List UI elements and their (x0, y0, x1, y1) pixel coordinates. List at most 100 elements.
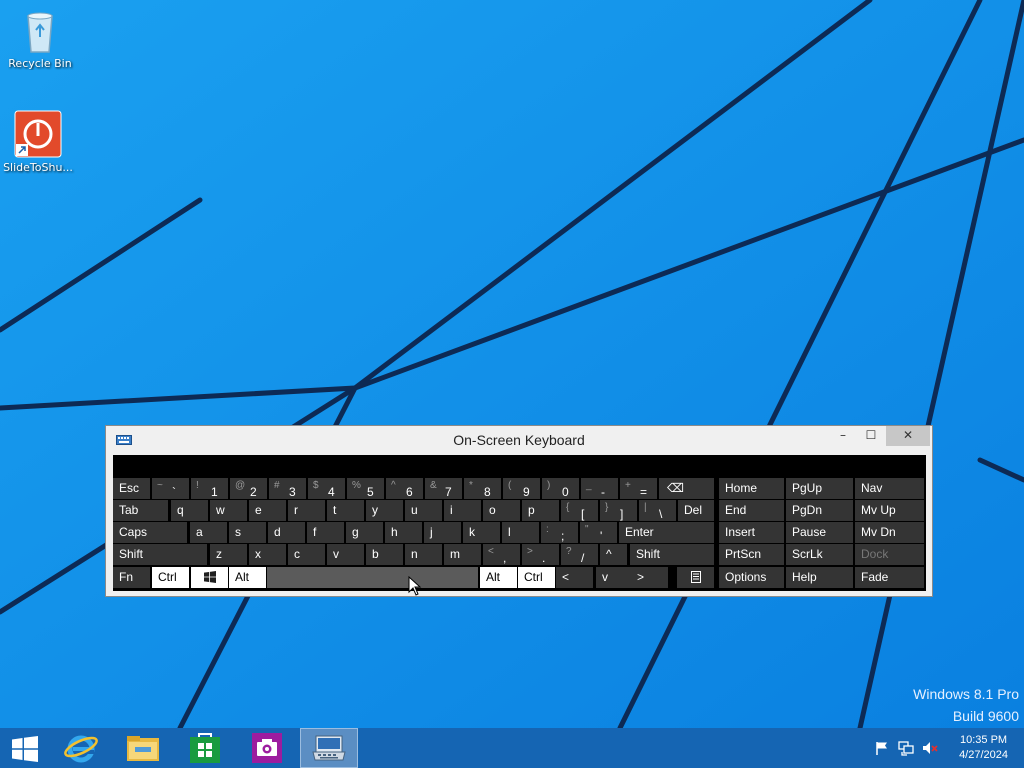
key-e[interactable]: e (249, 500, 286, 521)
key-quote[interactable]: " ' (580, 522, 617, 543)
network-icon[interactable] (898, 740, 914, 756)
osk-titlebar[interactable]: On-Screen Keyboard – ☐ ✕ (106, 426, 932, 454)
system-clock[interactable]: 10:35 PM 4/27/2024 (959, 733, 1008, 763)
slide-to-shutdown-desktop-icon[interactable]: SlideToShu... (0, 110, 76, 174)
key-i[interactable]: i (444, 500, 481, 521)
key-h[interactable]: h (385, 522, 422, 543)
key-dock[interactable]: Dock (855, 544, 924, 565)
key-shift-symbol: < (488, 546, 494, 557)
key-backslash[interactable]: | \ (639, 500, 676, 521)
key-scrlk[interactable]: ScrLk (786, 544, 853, 565)
taskbar-camera[interactable] (238, 728, 296, 768)
key-minus[interactable]: _ - (581, 478, 618, 499)
key-fn[interactable]: Fn (113, 567, 150, 588)
taskbar-internet-explorer[interactable] (52, 728, 110, 768)
taskbar-start[interactable] (0, 728, 50, 768)
key-y[interactable]: y (366, 500, 403, 521)
key-x[interactable]: x (249, 544, 286, 565)
key-right[interactable]: > (631, 567, 668, 588)
key-7[interactable]: & 7 (425, 478, 462, 499)
key-d[interactable]: d (268, 522, 305, 543)
key-9[interactable]: (9 (503, 478, 540, 499)
key-insert[interactable]: Insert (719, 522, 784, 543)
recycle-bin-desktop-icon[interactable]: Recycle Bin (2, 6, 78, 70)
key-fade[interactable]: Fade (855, 567, 924, 588)
key-semicolon[interactable]: :; (541, 522, 578, 543)
key-shift-left[interactable]: Shift (113, 544, 207, 565)
close-button[interactable]: ✕ (886, 426, 930, 446)
key-end[interactable]: End (719, 500, 784, 521)
key-r[interactable]: r (288, 500, 325, 521)
key-l[interactable]: l (502, 522, 539, 543)
key-u[interactable]: u (405, 500, 442, 521)
key-s[interactable]: s (229, 522, 266, 543)
key-up[interactable]: ^ (600, 544, 627, 565)
volume-muted-icon[interactable] (922, 740, 938, 756)
key-left[interactable]: < (556, 567, 593, 588)
maximize-button[interactable]: ☐ (858, 426, 884, 446)
key-ctrl-right[interactable]: Ctrl (518, 567, 555, 588)
key-del[interactable]: Del (678, 500, 714, 521)
key-backspace[interactable]: ⌫ (659, 478, 714, 499)
key-o[interactable]: o (483, 500, 520, 521)
key-help[interactable]: Help (786, 567, 853, 588)
key-space[interactable] (267, 567, 478, 588)
key-ctrl-left[interactable]: Ctrl (152, 567, 189, 588)
key-menu[interactable] (677, 567, 714, 588)
key-2[interactable]: @2 (230, 478, 267, 499)
key-tab[interactable]: Tab (113, 500, 168, 521)
key-pause[interactable]: Pause (786, 522, 853, 543)
key-k[interactable]: k (463, 522, 500, 543)
key-alt-left[interactable]: Alt (229, 567, 266, 588)
key-slash[interactable]: ? / (561, 544, 598, 565)
key-down[interactable]: v (596, 567, 633, 588)
key-options[interactable]: Options (719, 567, 784, 588)
taskbar-store[interactable] (176, 728, 234, 768)
key-j[interactable]: j (424, 522, 461, 543)
key-5[interactable]: % 5 (347, 478, 384, 499)
key-comma[interactable]: <, (483, 544, 520, 565)
key-shift-right[interactable]: Shift (630, 544, 714, 565)
key-4[interactable]: $4 (308, 478, 345, 499)
key-mv-dn[interactable]: Mv Dn (855, 522, 924, 543)
key-6[interactable]: ^ 6 (386, 478, 423, 499)
key-z[interactable]: z (210, 544, 247, 565)
key-home[interactable]: Home (719, 478, 784, 499)
windows-start-icon (12, 736, 38, 762)
key-1[interactable]: ! 1 (191, 478, 228, 499)
key-8[interactable]: * 8 (464, 478, 501, 499)
key-pgdn[interactable]: PgDn (786, 500, 853, 521)
key-f[interactable]: f (307, 522, 344, 543)
key-prtscn[interactable]: PrtScn (719, 544, 784, 565)
key-q[interactable]: q (171, 500, 208, 521)
key-b[interactable]: b (366, 544, 403, 565)
key-pgup[interactable]: PgUp (786, 478, 853, 499)
key-lbracket[interactable]: {[ (561, 500, 598, 521)
key-rbracket[interactable]: }] (600, 500, 637, 521)
key-nav[interactable]: Nav (855, 478, 924, 499)
key-w[interactable]: w (210, 500, 247, 521)
key-3[interactable]: #3 (269, 478, 306, 499)
taskbar-file-explorer[interactable] (114, 728, 172, 768)
key-grave[interactable]: ~ ` (152, 478, 189, 499)
key-mv-up[interactable]: Mv Up (855, 500, 924, 521)
key-c[interactable]: c (288, 544, 325, 565)
key-win[interactable] (191, 567, 228, 588)
taskbar-on-screen-keyboard[interactable] (300, 728, 358, 768)
action-center-flag-icon[interactable] (874, 740, 890, 756)
key-m[interactable]: m (444, 544, 481, 565)
minimize-button[interactable]: – (830, 426, 856, 446)
key-0[interactable]: ) 0 (542, 478, 579, 499)
key-esc[interactable]: Esc (113, 478, 150, 499)
key-p[interactable]: p (522, 500, 559, 521)
key-equals[interactable]: + = (620, 478, 657, 499)
key-t[interactable]: t (327, 500, 364, 521)
key-v[interactable]: v (327, 544, 364, 565)
key-g[interactable]: g (346, 522, 383, 543)
key-a[interactable]: a (190, 522, 227, 543)
key-period[interactable]: >. (522, 544, 559, 565)
key-enter[interactable]: Enter (619, 522, 714, 543)
key-n[interactable]: n (405, 544, 442, 565)
key-alt-right[interactable]: Alt (480, 567, 517, 588)
key-caps[interactable]: Caps (113, 522, 187, 543)
